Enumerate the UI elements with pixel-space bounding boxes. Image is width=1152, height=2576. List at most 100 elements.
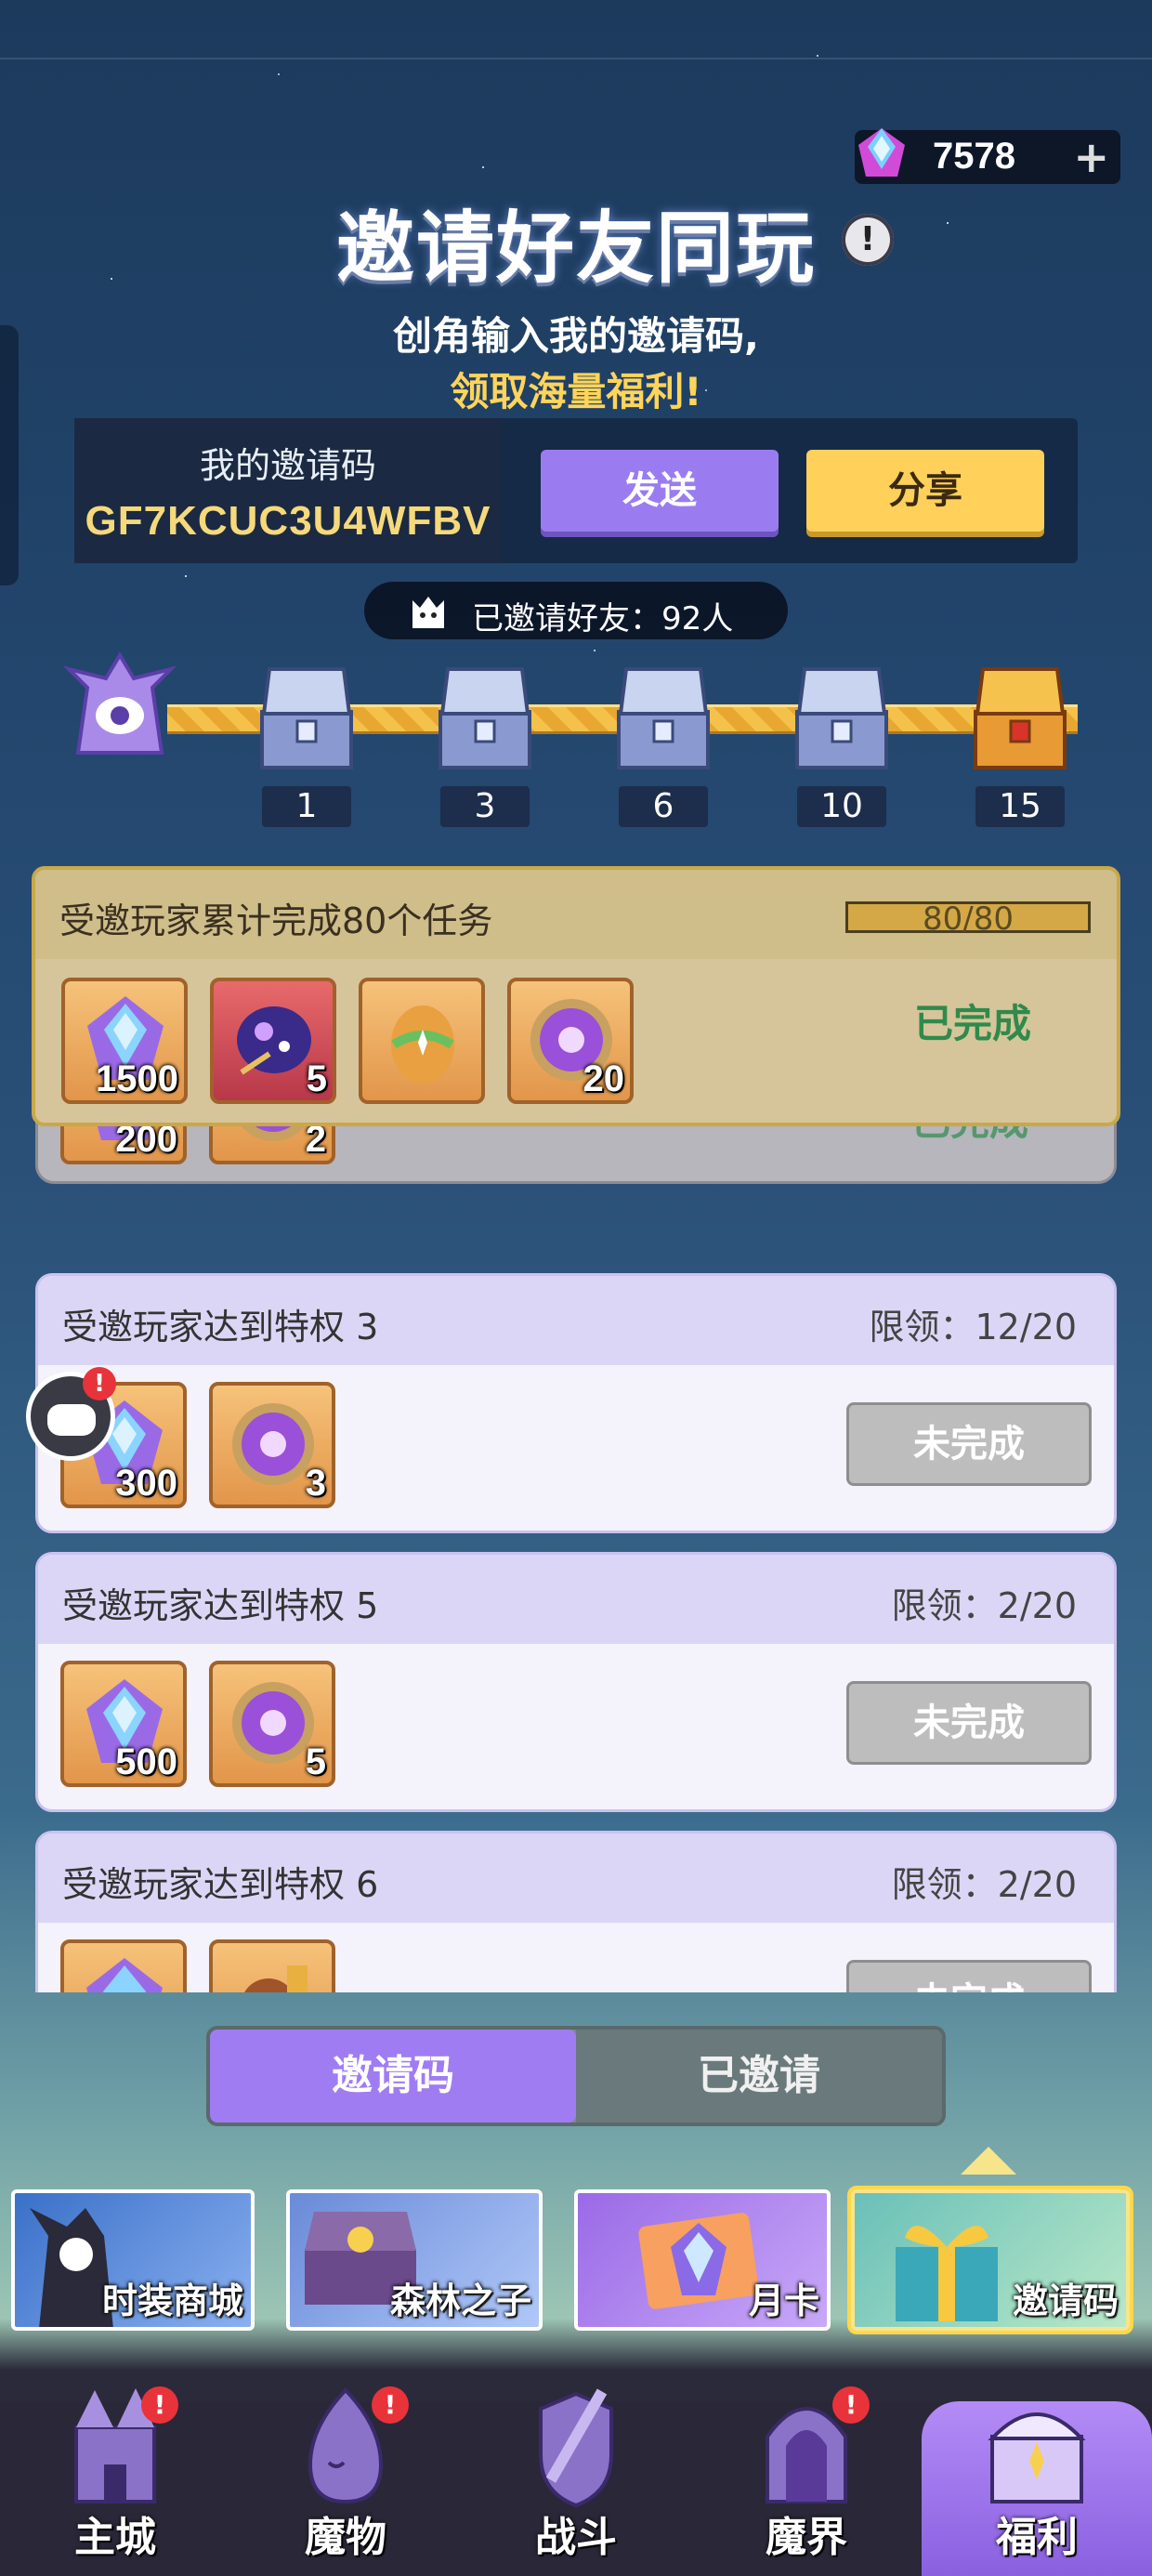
nav-monsters[interactable]: ! 魔物 — [230, 2386, 461, 2576]
reward-item[interactable]: 20 — [507, 978, 634, 1104]
milestone-label: 1 — [262, 786, 351, 827]
task-title: 受邀玩家达到特权 6 — [62, 1864, 379, 1905]
chat-button[interactable]: ! — [26, 1367, 116, 1461]
task-progress-bar: 80/80 — [845, 900, 1091, 938]
nav-label: 魔物 — [305, 2514, 386, 2561]
feature-invite-code[interactable]: 邀请码 — [851, 2189, 1130, 2331]
task-card-header: 受邀玩家达到特权 3 限领：12/20 — [38, 1276, 1114, 1365]
feature-banners: 时装商城 森林之子 月卡 邀请码 — [0, 2175, 1152, 2351]
milestone-label: 6 — [619, 786, 708, 827]
page-title: 邀请好友同玩 — [335, 203, 816, 294]
card-gem-icon — [638, 2213, 759, 2309]
tab-invite-code[interactable]: 邀请码 — [210, 2030, 576, 2123]
chest-icon[interactable] — [429, 656, 541, 777]
chest-icon[interactable] — [608, 656, 719, 777]
nav-battle[interactable]: 战斗 — [461, 2388, 691, 2576]
task-status-button[interactable]: 未完成 — [846, 1681, 1092, 1765]
welfare-chest-icon — [988, 2412, 1086, 2504]
egg-icon — [391, 1005, 454, 1084]
tab-invited[interactable]: 已邀请 — [576, 2030, 942, 2123]
reward-count: 3 — [305, 1463, 326, 1504]
feature-fashion-shop[interactable]: 时装商城 — [11, 2189, 255, 2331]
chest-icon[interactable] — [786, 656, 897, 777]
reward-item[interactable]: 5 — [209, 1661, 335, 1787]
task-card: 受邀玩家达到特权 3 限领：12/20 300 3 未完成 — [35, 1273, 1117, 1533]
info-icon[interactable]: ! — [842, 214, 894, 266]
notification-badge: ! — [832, 2386, 870, 2424]
invite-code-value[interactable]: GF7KCUC3U4WFBV — [74, 498, 502, 545]
task-list[interactable]: 已完成 200 2 受邀玩家累计完成80个任务 80/80 1500 5 — [0, 859, 1152, 1992]
share-button[interactable]: 分享 — [806, 450, 1044, 532]
reward-count: 1500 — [96, 1058, 178, 1099]
task-card-header: 受邀玩家累计完成80个任务 80/80 — [35, 870, 1117, 959]
milestone-label: 10 — [797, 786, 886, 827]
gem-icon — [858, 128, 905, 177]
feature-label: 森林之子 — [389, 2280, 531, 2321]
crystal-icon — [86, 1958, 163, 1992]
nav-label: 战斗 — [535, 2514, 617, 2561]
task-title: 受邀玩家达到特权 5 — [62, 1585, 379, 1626]
feature-label: 时装商城 — [101, 2280, 243, 2321]
nav-label: 主城 — [74, 2514, 156, 2561]
subtitle-line-1: 创角输入我的邀请码, — [393, 313, 759, 359]
task-limit: 限领：2/20 — [891, 1585, 1077, 1626]
task-limit: 限领：12/20 — [869, 1307, 1077, 1347]
reward-item[interactable] — [359, 978, 485, 1104]
gem-count: 7578 — [933, 136, 1015, 177]
golden-chest-icon[interactable] — [964, 656, 1076, 777]
shield-sword-icon — [539, 2388, 613, 2508]
top-divider — [0, 58, 1152, 59]
eye-mascot-icon — [62, 651, 177, 755]
gift-box-icon — [896, 2226, 998, 2321]
selected-indicator-icon — [961, 2147, 1016, 2175]
reward-item[interactable]: 3 — [209, 1382, 335, 1508]
add-gems-button[interactable]: + — [1073, 132, 1109, 182]
nav-label: 福利 — [996, 2514, 1078, 2561]
nav-welfare[interactable]: 福利 — [922, 2401, 1152, 2576]
task-card-header: 受邀玩家达到特权 6 限领：2/20 — [38, 1833, 1114, 1923]
reward-count: 5 — [306, 1058, 327, 1099]
feature-label: 邀请码 — [1012, 2280, 1119, 2321]
reward-item[interactable]: 5 — [210, 978, 336, 1104]
reward-item[interactable]: 500 — [60, 1661, 187, 1787]
cat-icon — [412, 597, 444, 628]
chest-icon[interactable] — [251, 656, 362, 777]
bottom-nav: ! 主城 ! 魔物 战斗 ! 魔界 福利 — [0, 2386, 1152, 2576]
task-limit: 限领：2/20 — [891, 1864, 1077, 1905]
milestone-label: 15 — [975, 786, 1065, 827]
reward-item[interactable] — [209, 1939, 335, 1992]
reward-count: 500 — [115, 1741, 177, 1782]
task-progress-text: 80/80 — [923, 900, 1014, 938]
milestone-label: 3 — [440, 786, 530, 827]
notification-badge: ! — [83, 1367, 116, 1400]
reward-item[interactable] — [60, 1939, 187, 1992]
invite-code-panel: 我的邀请码 GF7KCUC3U4WFBV 发送 分享 — [74, 418, 1078, 563]
task-card-body: 500 5 未完成 — [38, 1644, 1114, 1809]
task-card: 受邀玩家达到特权 6 限领：2/20 未完成 — [35, 1831, 1117, 1992]
task-card-body: 未完成 — [38, 1923, 1114, 1992]
task-status-button[interactable]: 未完成 — [846, 1960, 1092, 1992]
notification-badge: ! — [141, 2386, 178, 2424]
nav-label: 魔界 — [766, 2514, 847, 2561]
feature-monthly-card[interactable]: 月卡 — [574, 2189, 831, 2331]
feature-label: 月卡 — [748, 2280, 819, 2321]
reward-item[interactable]: 1500 — [61, 978, 188, 1104]
key-icon — [244, 1965, 308, 1992]
invited-count-text: 已邀请好友：92人 — [472, 600, 734, 637]
invite-tabs: 邀请码 已邀请 — [206, 2026, 946, 2126]
task-card-header: 受邀玩家达到特权 5 限领：2/20 — [38, 1555, 1114, 1644]
task-card-completed: 受邀玩家累计完成80个任务 80/80 1500 5 20 已完成 — [32, 866, 1120, 1126]
reward-count: 5 — [305, 1741, 326, 1782]
reward-count: 20 — [583, 1058, 625, 1099]
task-title: 受邀玩家累计完成80个任务 — [59, 900, 493, 941]
nav-main-city[interactable]: ! 主城 — [0, 2386, 230, 2576]
task-title: 受邀玩家达到特权 3 — [62, 1307, 379, 1347]
chat-icon — [47, 1404, 96, 1436]
task-status-button[interactable]: 未完成 — [846, 1402, 1092, 1486]
send-button[interactable]: 发送 — [541, 450, 779, 532]
invited-count-pill: 已邀请好友：92人 — [364, 582, 788, 639]
nav-demon-realm[interactable]: ! 魔界 — [691, 2386, 922, 2576]
subtitle-line-2: 领取海量福利! — [450, 369, 702, 414]
feature-forest-child[interactable]: 森林之子 — [286, 2189, 543, 2331]
reward-count: 300 — [115, 1463, 177, 1504]
